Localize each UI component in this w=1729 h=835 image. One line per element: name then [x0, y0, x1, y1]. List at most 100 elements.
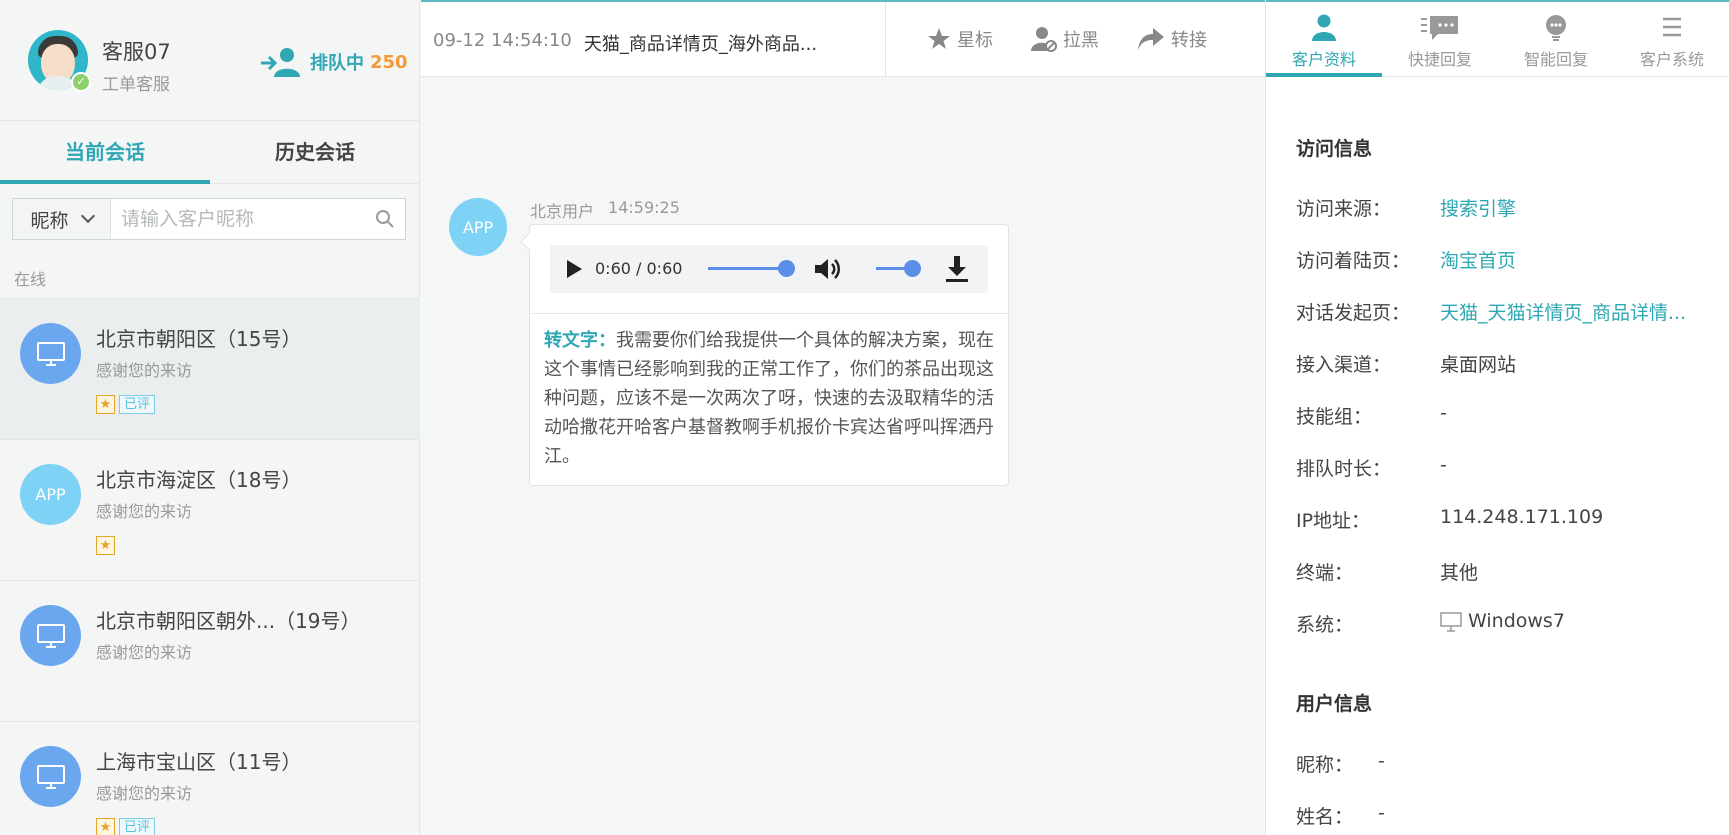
field-key: 技能组：	[1296, 406, 1373, 428]
desktop-icon	[36, 341, 65, 366]
session-avatar-pc	[20, 605, 81, 666]
chevron-down-icon	[80, 208, 95, 224]
right-panel-tabs: 客户资料 快捷回复 智能回复 客户系统	[1266, 0, 1729, 77]
block-button[interactable]: 拉黑	[1031, 26, 1099, 52]
conversation-header: 09-12 14:54:10 天猫_商品详情页_海外商品... 星标 拉黑 转接	[421, 0, 1265, 78]
os-name: Windows7	[1468, 610, 1565, 632]
download-icon[interactable]	[945, 255, 969, 283]
menu-icon	[1663, 17, 1681, 37]
conversation-title: 天猫_商品详情页_海外商品...	[583, 34, 818, 55]
message-time: 14:59:25	[608, 198, 680, 217]
session-list: 北京市朝阳区（15号） 感谢您的来访 ★ 已评 APP 北京市海淀区（18号） …	[0, 298, 420, 835]
transfer-button-label: 转接	[1171, 30, 1207, 51]
tab-label: 客户系统	[1639, 50, 1704, 69]
tab-smart-reply[interactable]: 智能回复	[1498, 2, 1614, 76]
volume-icon[interactable]	[813, 256, 843, 282]
queue-duration-value: -	[1440, 454, 1447, 476]
field-key: 系统：	[1296, 614, 1354, 636]
visit-source-row: 访问来源： 搜索引擎	[1296, 194, 1716, 221]
star-button-label: 星标	[957, 30, 993, 51]
realname-value: -	[1378, 802, 1385, 824]
field-key: 访问来源：	[1296, 198, 1392, 220]
field-key: 姓名：	[1296, 806, 1354, 828]
visit-source-link[interactable]: 搜索引擎	[1440, 194, 1516, 221]
session-name: 北京市朝阳区（15号）	[96, 327, 302, 351]
queue-duration-row: 排队时长： -	[1296, 454, 1716, 481]
os-row: 系统： Windows7	[1296, 610, 1716, 637]
rated-badge: 已评	[119, 395, 156, 414]
message-bubble: 0:60 / 0:60 转文字：我需要你们给我提供一个具体的解决方案，现在这个事…	[529, 224, 1009, 486]
audio-player: 0:60 / 0:60	[550, 245, 988, 293]
play-icon[interactable]	[564, 259, 584, 279]
session-name: 北京市海淀区（18号）	[96, 468, 302, 492]
field-key: IP地址：	[1296, 510, 1371, 532]
transfer-button[interactable]: 转接	[1137, 26, 1207, 52]
star-button[interactable]: 星标	[927, 26, 993, 52]
queue-label: 排队中	[310, 53, 364, 74]
session-tags: ★ 已评	[96, 395, 156, 414]
star-icon: ★	[96, 818, 115, 835]
chat-area: APP 北京用户 14:59:25 0:60 / 0:60 转文字：我需要你们给…	[421, 78, 1265, 835]
conversation-actions: 星标 拉黑 转接	[927, 26, 1207, 52]
tab-quick-reply[interactable]: 快捷回复	[1382, 2, 1498, 76]
audio-progress-bar[interactable]	[708, 267, 786, 270]
tab-customer-system[interactable]: 客户系统	[1614, 2, 1729, 76]
star-icon: ★	[96, 536, 115, 555]
star-icon	[928, 28, 950, 49]
visit-info-title: 访问信息	[1296, 138, 1373, 160]
search-field-select[interactable]: 昵称	[13, 199, 111, 239]
agent-name: 客服07	[102, 40, 171, 64]
conversation-info: 09-12 14:54:10 天猫_商品详情页_海外商品...	[433, 30, 817, 56]
message-sender: 北京用户	[530, 202, 595, 221]
queue-user-icon	[261, 48, 300, 77]
session-item[interactable]: 上海市宝山区（11号） 感谢您的来访 ★ 已评	[0, 721, 420, 835]
origin-page-row: 对话发起页： 天猫_天猫详情页_商品详情...	[1296, 298, 1716, 325]
nickname-row: 昵称： -	[1296, 750, 1385, 777]
audio-progress-handle[interactable]	[778, 260, 795, 277]
queue-indicator[interactable]: 排队中 250	[260, 46, 408, 78]
desktop-icon	[1440, 611, 1462, 632]
field-key: 接入渠道：	[1296, 354, 1392, 376]
tab-history-sessions[interactable]: 历史会话	[210, 122, 420, 183]
channel-row: 接入渠道： 桌面网站	[1296, 350, 1716, 377]
session-item[interactable]: 北京市朝阳区朝外...（19号） 感谢您的来访	[0, 580, 420, 721]
forward-icon	[1138, 28, 1164, 50]
session-last-message: 感谢您的来访	[96, 784, 193, 803]
field-key: 对话发起页：	[1296, 302, 1411, 324]
session-avatar-pc	[20, 323, 81, 384]
session-item[interactable]: APP 北京市海淀区（18号） 感谢您的来访 ★	[0, 439, 420, 580]
session-name: 北京市朝阳区朝外...（19号）	[96, 609, 361, 633]
message-meta: 北京用户 14:59:25	[530, 198, 680, 222]
user-icon	[1312, 14, 1336, 41]
session-last-message: 感谢您的来访	[96, 502, 193, 521]
ip-address-row: IP地址： 114.248.171.109	[1296, 506, 1716, 533]
session-tags: ★	[96, 536, 115, 555]
tab-label: 快捷回复	[1407, 50, 1472, 69]
star-icon: ★	[96, 395, 115, 414]
field-key: 访问着陆页：	[1296, 250, 1411, 272]
desktop-icon	[36, 764, 65, 789]
terminal-row: 终端： 其他	[1296, 558, 1716, 585]
agent-role: 工单客服	[102, 75, 170, 95]
volume-slider-handle[interactable]	[904, 260, 921, 277]
search-field-select-value: 昵称	[30, 209, 69, 232]
field-key: 昵称：	[1296, 754, 1354, 776]
session-last-message: 感谢您的来访	[96, 361, 193, 380]
tab-label: 客户资料	[1291, 50, 1356, 69]
session-last-message: 感谢您的来访	[96, 643, 193, 662]
search-icon[interactable]	[365, 199, 405, 239]
left-panel: ✓ 客服07 工单客服 排队中 250 当前会话 历史会话 昵称 在线	[0, 0, 420, 835]
tab-label: 智能回复	[1523, 50, 1588, 69]
realname-row: 姓名： -	[1296, 802, 1385, 829]
search-input[interactable]	[111, 199, 365, 239]
quick-reply-icon	[1421, 16, 1458, 40]
session-avatar-app: APP	[20, 464, 81, 525]
robot-icon	[1546, 15, 1566, 41]
tab-current-sessions[interactable]: 当前会话	[0, 122, 210, 184]
desktop-icon	[36, 623, 65, 648]
audio-time: 0:60 / 0:60	[595, 259, 683, 278]
origin-page-link[interactable]: 天猫_天猫详情页_商品详情...	[1440, 298, 1686, 325]
tab-customer-profile[interactable]: 客户资料	[1266, 2, 1382, 77]
landing-page-link[interactable]: 淘宝首页	[1440, 246, 1516, 273]
session-item[interactable]: 北京市朝阳区（15号） 感谢您的来访 ★ 已评	[0, 298, 420, 439]
